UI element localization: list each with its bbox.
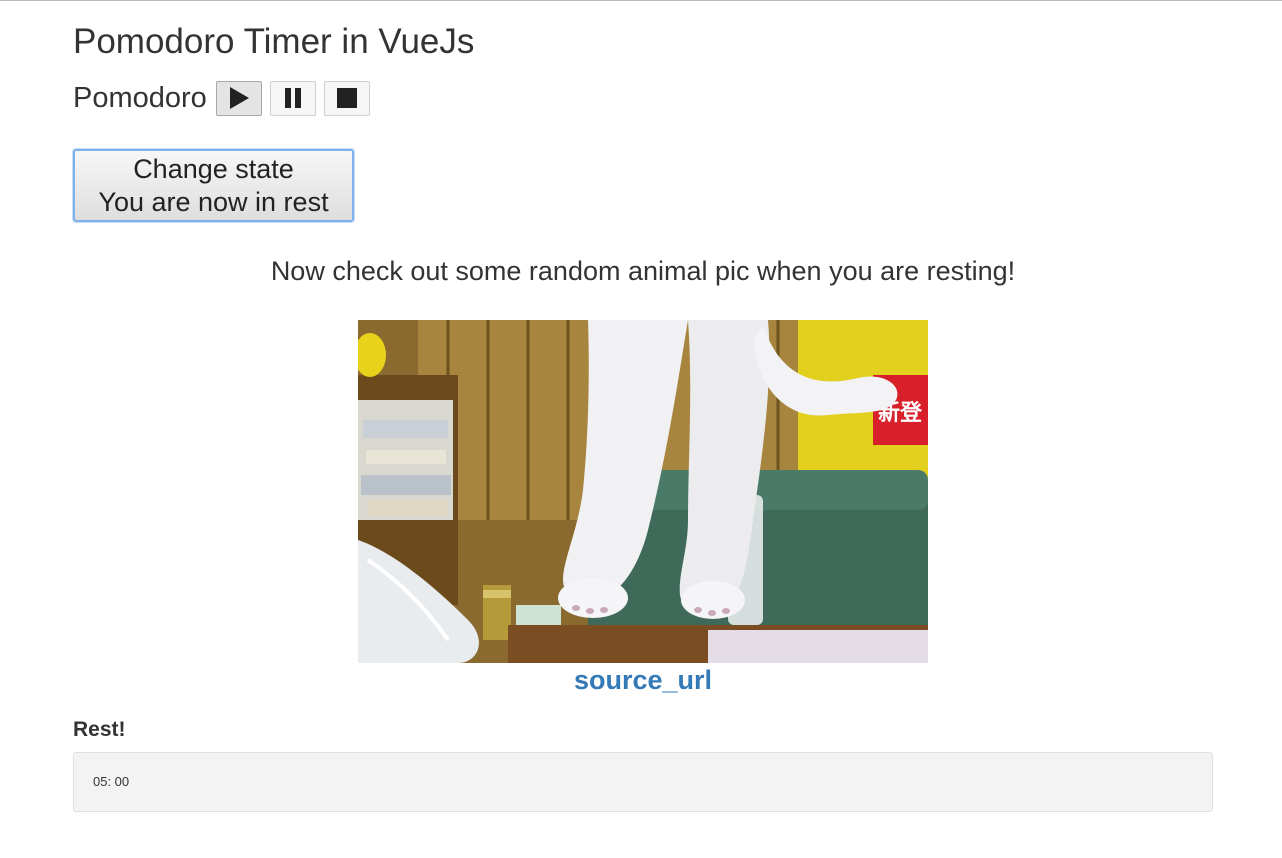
animal-picture: 新登 xyxy=(358,320,928,663)
top-border xyxy=(0,0,1282,1)
rest-heading: Now check out some random animal pic whe… xyxy=(270,256,1016,286)
timer-status-label: Rest! xyxy=(73,718,126,741)
stop-button[interactable] xyxy=(323,80,370,116)
change-state-label: Change state xyxy=(133,153,294,184)
current-state-label: You are now in rest xyxy=(98,186,329,217)
play-button[interactable] xyxy=(215,80,262,116)
stop-icon xyxy=(336,88,357,108)
pause-button[interactable] xyxy=(269,80,316,116)
pause-icon xyxy=(284,88,301,108)
play-icon xyxy=(229,87,249,109)
cat-photo-illustration: 新登 xyxy=(358,320,928,663)
timer-mode-label: Pomodoro xyxy=(73,82,207,114)
time-remaining: 05: 00 xyxy=(93,774,130,789)
time-display-well: 05: 00 xyxy=(73,752,1213,812)
change-state-button[interactable]: Change state You are now in rest xyxy=(73,149,354,222)
page-title: Pomodoro Timer in VueJs xyxy=(73,22,475,61)
source-url-link[interactable]: source_url xyxy=(73,663,1213,697)
timer-controls-row: Pomodoro xyxy=(73,80,378,116)
